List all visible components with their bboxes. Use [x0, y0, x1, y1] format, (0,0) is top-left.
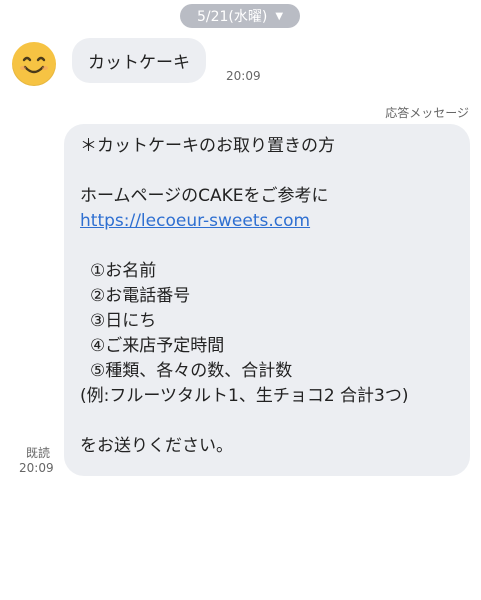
- read-receipt: 既読: [26, 446, 51, 460]
- reply-message-time: 20:09: [19, 461, 54, 475]
- list-item-visit-time: ④ご来店予定時間: [90, 336, 225, 356]
- reply-homepage-line: ホームページのCAKEをご参考に: [80, 186, 329, 206]
- auto-response-label: 応答メッセージ: [385, 106, 469, 120]
- chevron-down-icon: ▼: [275, 10, 284, 22]
- incoming-message-text: カットケーキ: [88, 53, 190, 73]
- example-line: (例:フルーツタルト1、生チョコ2 合計3つ): [80, 386, 409, 406]
- smiling-face-icon: [13, 43, 55, 85]
- date-label: 5/21(水曜): [196, 9, 268, 25]
- avatar[interactable]: [12, 42, 56, 86]
- list-item-name: ①お名前: [90, 261, 157, 281]
- list-item-date: ③日にち: [90, 311, 157, 331]
- list-item-phone: ②お電話番号: [90, 286, 191, 306]
- closing-line: をお送りください。: [80, 436, 233, 456]
- date-selector[interactable]: 5/21(水曜) ▼: [180, 4, 300, 28]
- reply-message-bubble[interactable]: ＊カットケーキのお取り置きの方 ホームページのCAKEをご参考に https:/…: [64, 124, 470, 476]
- incoming-message-bubble[interactable]: カットケーキ: [72, 38, 206, 83]
- list-item-types: ⑤種類、各々の数、合計数: [90, 361, 293, 381]
- incoming-message-time: 20:09: [226, 69, 261, 83]
- website-link[interactable]: https://lecoeur-sweets.com: [80, 211, 310, 231]
- reply-title-line: ＊カットケーキのお取り置きの方: [80, 136, 335, 156]
